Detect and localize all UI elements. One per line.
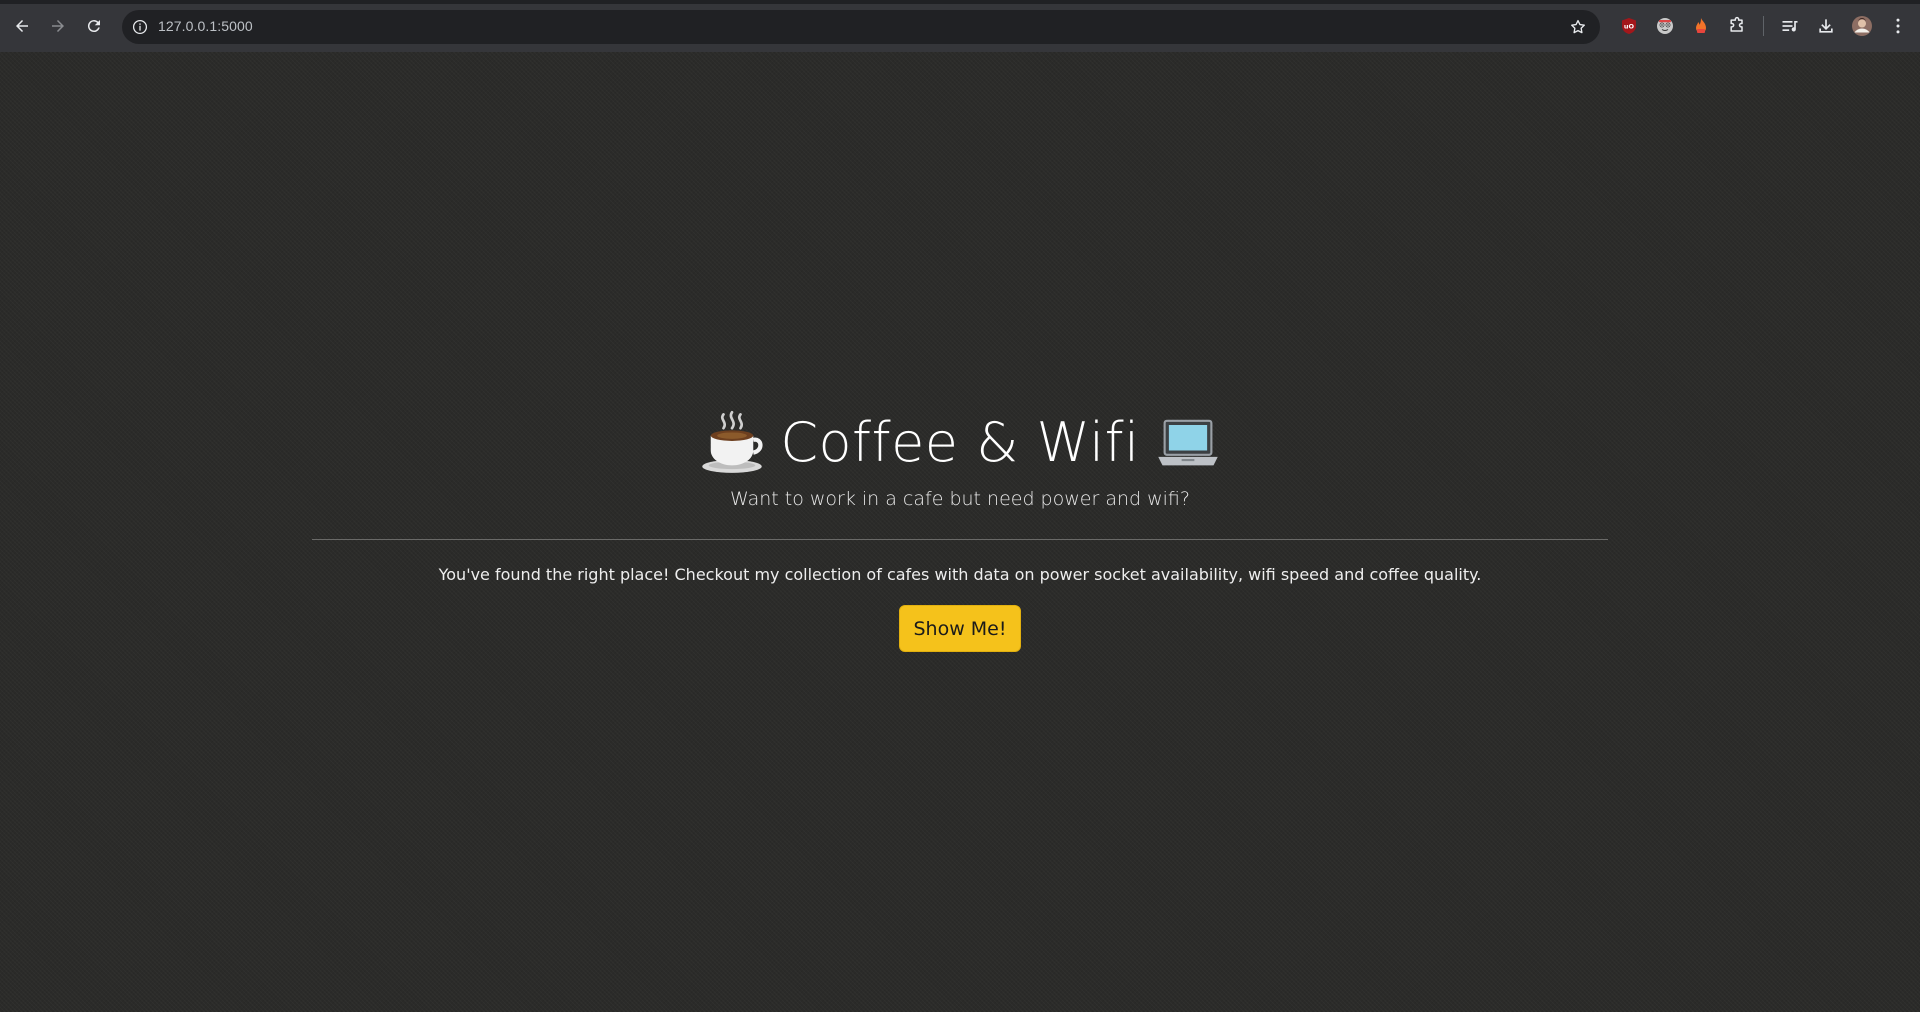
forward-button[interactable] [44, 12, 72, 40]
hero-section: Coffee & Wifi Want to work in a cafe but… [0, 400, 1920, 510]
info-icon[interactable] [130, 17, 150, 37]
toolbar-separator [1763, 16, 1764, 36]
address-bar[interactable]: 127.0.0.1:5000 [122, 10, 1600, 44]
title-row: Coffee & Wifi [0, 400, 1920, 484]
show-me-button[interactable]: Show Me! [899, 605, 1021, 652]
page-title: Coffee & Wifi [780, 410, 1140, 474]
laptop-icon [1157, 419, 1218, 466]
page-subtitle: Want to work in a cafe but need power an… [730, 488, 1190, 510]
lead-paragraph: You've found the right place! Checkout m… [438, 565, 1482, 584]
extension-face-icon[interactable] [1653, 14, 1677, 38]
arrow-right-icon [52, 20, 64, 32]
tab-strip-edge [0, 0, 1920, 4]
avatar[interactable] [1850, 14, 1874, 38]
extension-flame-icon[interactable] [1689, 14, 1713, 38]
star-icon[interactable] [1568, 17, 1588, 37]
ublock-icon[interactable]: uO [1617, 14, 1641, 38]
kebab-menu-icon[interactable] [1886, 14, 1910, 38]
reload-button[interactable] [80, 12, 108, 40]
url-text[interactable]: 127.0.0.1:5000 [158, 18, 253, 34]
coffee-cup-icon [702, 410, 763, 473]
browser-toolbar: 127.0.0.1:5000 uO [0, 0, 1920, 52]
reload-icon [87, 20, 100, 33]
download-icon[interactable] [1814, 14, 1838, 38]
svg-text:uO: uO [1624, 23, 1635, 31]
puzzle-icon[interactable] [1725, 14, 1749, 38]
horizontal-rule [312, 539, 1608, 540]
reading-list-icon[interactable] [1778, 14, 1802, 38]
back-button[interactable] [8, 12, 36, 40]
arrow-left-icon [16, 20, 28, 32]
